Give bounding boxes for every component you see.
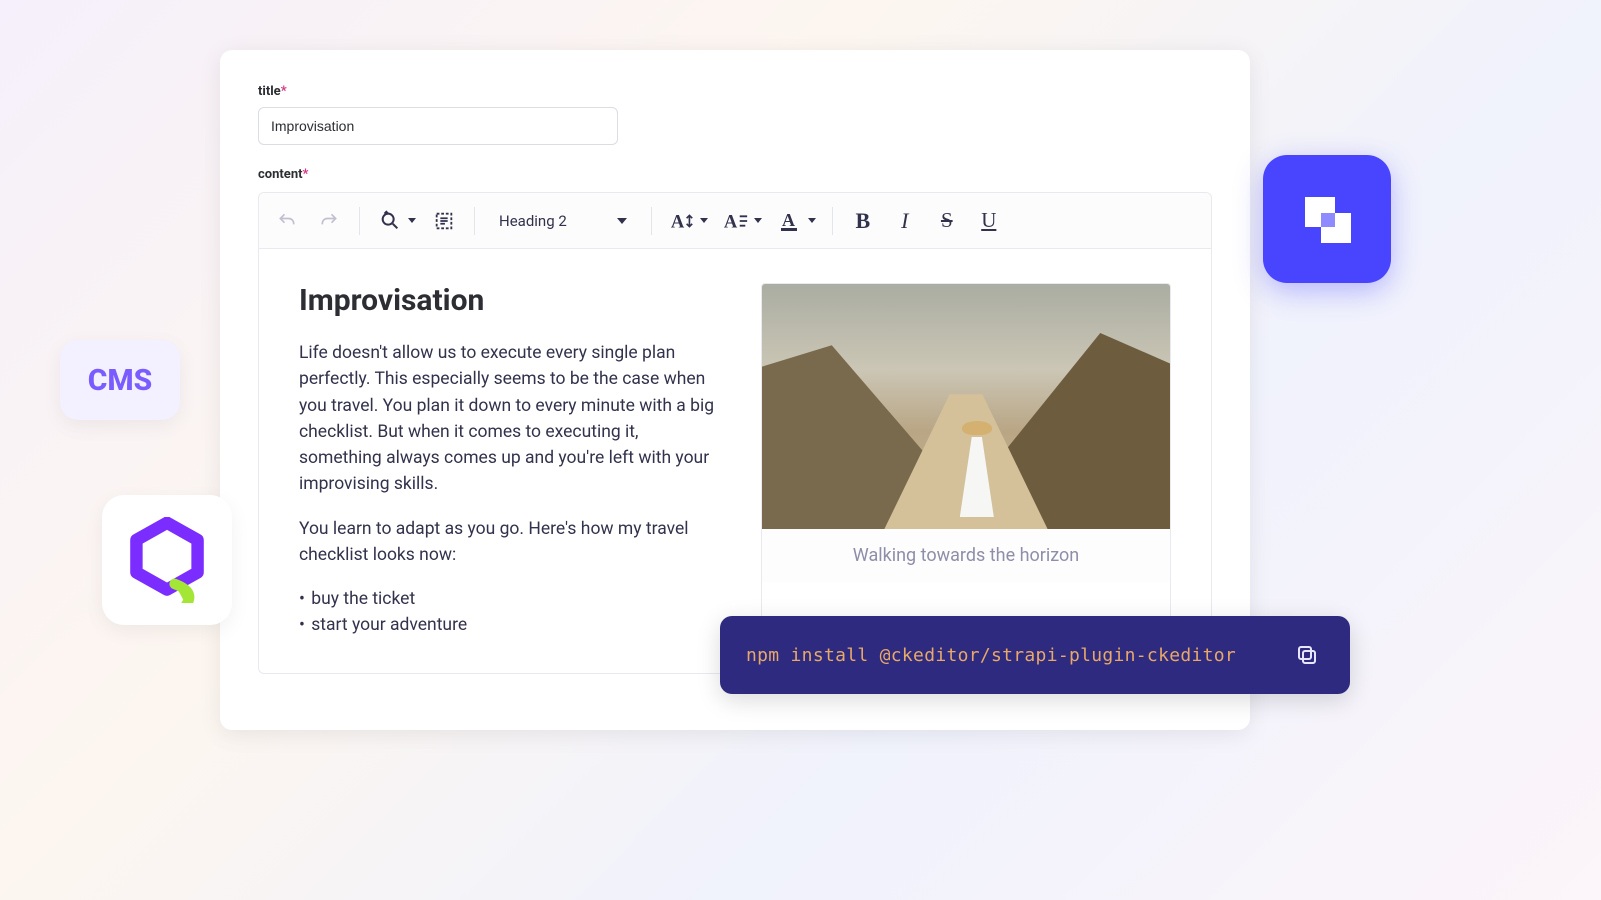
strikethrough-button[interactable]: S [929, 203, 965, 239]
cms-badge-text: CMS [88, 363, 153, 398]
toolbar-separator [832, 207, 833, 235]
list-item: start your adventure [299, 612, 717, 638]
font-color-button[interactable]: A [772, 203, 808, 239]
svg-text:A: A [782, 210, 795, 230]
italic-button[interactable]: I [887, 203, 923, 239]
title-input[interactable] [258, 107, 618, 145]
undo-icon [277, 211, 297, 231]
apostrophe-badge [102, 495, 232, 625]
strikethrough-icon: S [941, 208, 953, 233]
underline-icon: U [981, 208, 996, 233]
copy-button[interactable] [1290, 638, 1324, 672]
font-family-icon: A [723, 209, 749, 233]
chevron-down-icon[interactable] [808, 218, 816, 223]
document-paragraph: You learn to adapt as you go. Here's how… [299, 516, 717, 569]
font-color-icon: A [779, 209, 801, 233]
svg-text:A: A [724, 211, 738, 232]
toolbar-separator [651, 207, 652, 235]
underline-button[interactable]: U [971, 203, 1007, 239]
required-asterisk: * [303, 167, 309, 182]
editor-text-column: Improvisation Life doesn't allow us to e… [299, 283, 717, 639]
rich-text-editor: Heading 2 A A A [258, 192, 1212, 674]
font-size-button[interactable]: A [664, 203, 700, 239]
chevron-down-icon[interactable] [754, 218, 762, 223]
find-replace-button[interactable] [372, 203, 408, 239]
strapi-icon [1293, 185, 1361, 253]
figure-caption[interactable]: Walking towards the horizon [762, 529, 1170, 582]
strapi-badge [1263, 155, 1391, 283]
cms-badge: CMS [60, 340, 180, 420]
chevron-down-icon [617, 218, 627, 224]
font-size-icon: A [669, 209, 695, 233]
copy-icon [1295, 643, 1319, 667]
find-replace-icon [379, 210, 401, 232]
bold-button[interactable]: B [845, 203, 881, 239]
list-item: buy the ticket [299, 586, 717, 612]
content-label: content* [258, 167, 1212, 182]
document-list: buy the ticket start your adventure [299, 586, 717, 639]
heading-dropdown[interactable]: Heading 2 [487, 203, 639, 239]
select-all-icon [433, 210, 455, 232]
bold-icon: B [855, 208, 870, 234]
font-family-group: A [718, 203, 766, 239]
redo-button[interactable] [311, 203, 347, 239]
hexagon-icon [128, 517, 206, 603]
document-heading: Improvisation [299, 283, 717, 318]
title-label-text: title [258, 84, 281, 99]
redo-icon [319, 211, 339, 231]
editor-content-area[interactable]: Improvisation Life doesn't allow us to e… [259, 249, 1211, 673]
font-size-group: A [664, 203, 712, 239]
font-color-group: A [772, 203, 820, 239]
install-command-text: npm install @ckeditor/strapi-plugin-cked… [746, 645, 1236, 666]
font-family-button[interactable]: A [718, 203, 754, 239]
undo-button[interactable] [269, 203, 305, 239]
toolbar-separator [359, 207, 360, 235]
title-label: title* [258, 84, 287, 99]
title-field-group: title* [258, 80, 1212, 145]
content-label-text: content [258, 167, 303, 182]
italic-icon: I [901, 208, 908, 234]
chevron-down-icon[interactable] [700, 218, 708, 223]
select-all-button[interactable] [426, 203, 462, 239]
document-paragraph: Life doesn't allow us to execute every s… [299, 340, 717, 498]
required-asterisk: * [281, 84, 287, 99]
chevron-down-icon[interactable] [408, 218, 416, 223]
find-replace-group [372, 203, 420, 239]
editor-toolbar: Heading 2 A A A [259, 193, 1211, 249]
heading-dropdown-value: Heading 2 [499, 212, 567, 230]
toolbar-separator [474, 207, 475, 235]
document-figure[interactable]: Walking towards the horizon [761, 283, 1171, 639]
install-command-bar: npm install @ckeditor/strapi-plugin-cked… [720, 616, 1350, 694]
svg-text:A: A [671, 211, 685, 232]
figure-image [762, 284, 1170, 529]
